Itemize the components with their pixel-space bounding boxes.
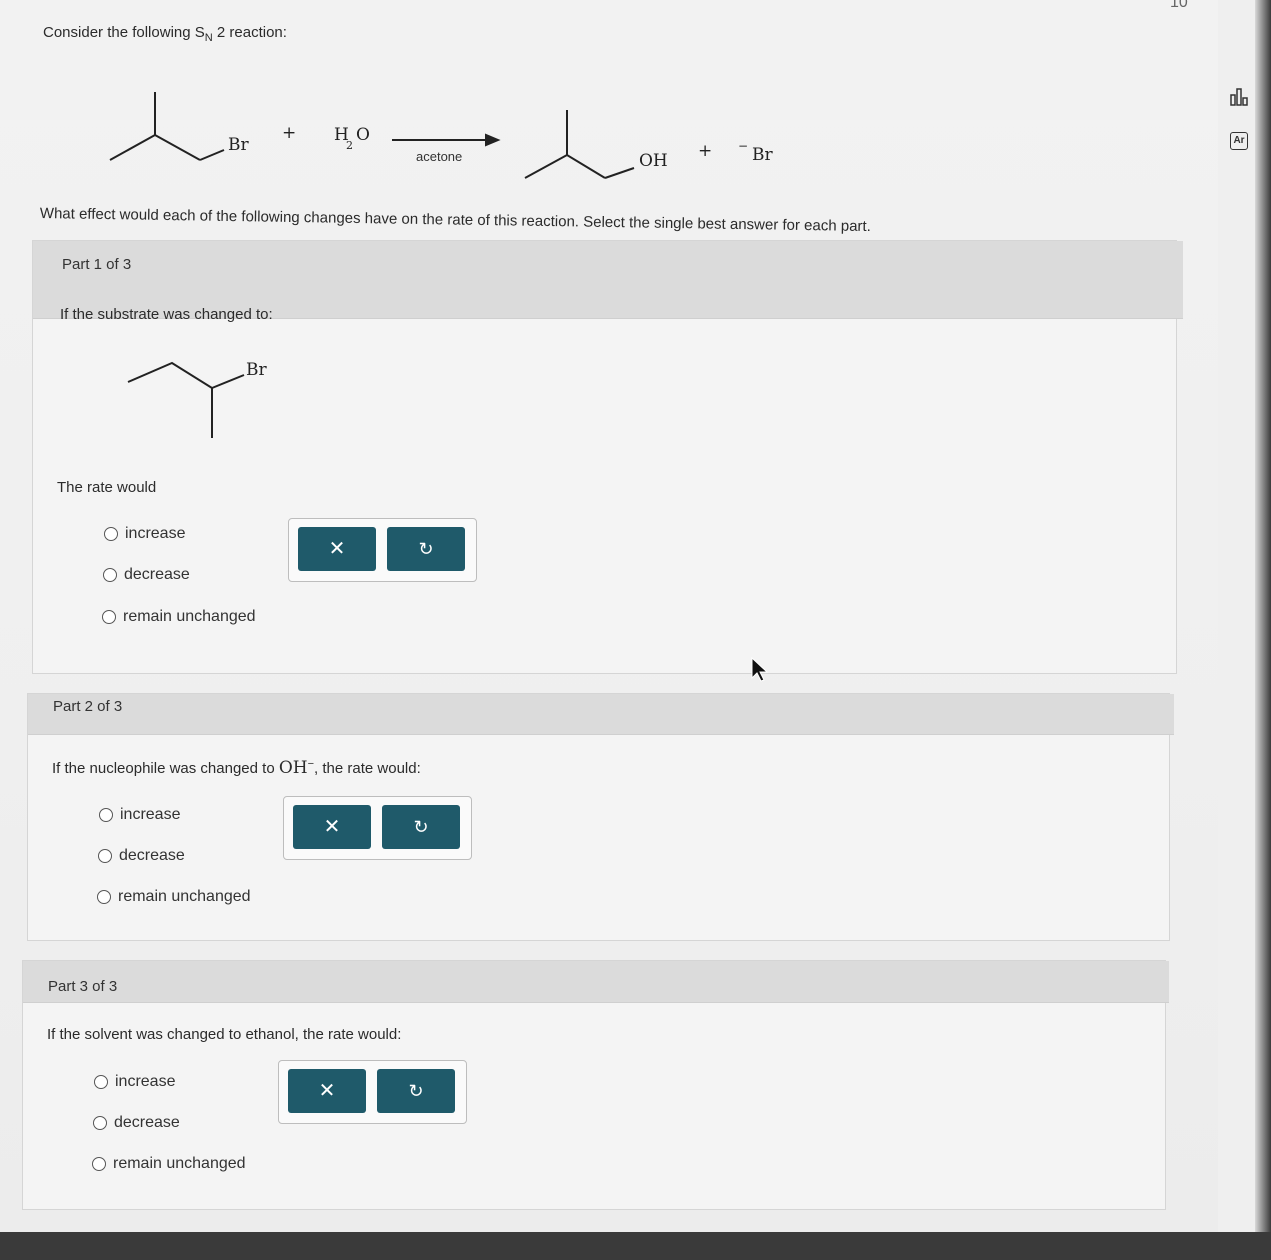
periodic-table-icon[interactable]: Ar (1230, 132, 1248, 150)
option-label: remain unchanged (123, 608, 256, 625)
reaction-scheme: Br + H 2 O acetone OH + − Br (109, 92, 773, 179)
radio-button[interactable] (98, 849, 112, 863)
radio-button[interactable] (103, 568, 117, 582)
reactant-br-label: Br (228, 135, 249, 155)
radio-button[interactable] (92, 1157, 106, 1171)
radio-button[interactable] (99, 808, 113, 822)
mouse-cursor-icon (751, 656, 769, 682)
part-2-option-increase[interactable]: increase (99, 806, 180, 824)
bar-chart-icon[interactable] (1229, 86, 1251, 108)
radio-button[interactable] (93, 1116, 107, 1130)
part-1-label: Part 1 of 3 (62, 256, 132, 273)
reactant-structure (109, 92, 225, 161)
plus-sign: + (282, 123, 296, 143)
clear-button[interactable]: ✕ (293, 805, 371, 849)
product-structure (524, 110, 635, 179)
part-1-option-unchanged[interactable]: remain unchanged (102, 608, 256, 626)
part-1-button-group: ✕ ↻ (288, 518, 477, 582)
radio-button[interactable] (104, 527, 118, 541)
water-o: O (356, 125, 370, 145)
plus-sign-2: + (698, 141, 712, 161)
clear-button[interactable]: ✕ (288, 1069, 366, 1113)
option-label: decrease (119, 847, 185, 864)
water-sub: 2 (346, 139, 353, 152)
bromide-label: Br (752, 145, 773, 165)
part-1-question: If the substrate was changed to: (60, 306, 273, 323)
clear-button[interactable]: ✕ (298, 527, 376, 571)
part-1-lead: The rate would (57, 479, 157, 496)
part-3-question: If the solvent was changed to ethanol, t… (47, 1026, 402, 1043)
product-oh-label: OH (639, 151, 668, 171)
radio-button[interactable] (97, 890, 111, 904)
option-label: increase (125, 525, 186, 542)
counter-badge: 10 (1170, 0, 1188, 11)
part-1-substrate-structure: Br (127, 360, 267, 438)
part-3-option-decrease[interactable]: decrease (93, 1114, 180, 1132)
option-label: remain unchanged (113, 1155, 246, 1172)
part-2-header (28, 694, 1174, 735)
screen-edge (1255, 0, 1271, 1260)
radio-button[interactable] (102, 610, 116, 624)
option-label: decrease (124, 566, 190, 583)
part-1-br-label: Br (246, 360, 267, 380)
part-2-option-decrease[interactable]: decrease (98, 847, 185, 865)
page: Consider the following SN 2 reaction: Br… (0, 0, 1255, 1248)
reset-button[interactable]: ↻ (382, 805, 460, 849)
part-2-button-group: ✕ ↻ (283, 796, 472, 860)
reaction-arrow (392, 133, 501, 147)
part-2-option-unchanged[interactable]: remain unchanged (97, 888, 251, 906)
conditions-label: acetone (416, 149, 462, 164)
part-2-question: If the nucleophile was changed to OH−, t… (52, 758, 421, 778)
option-label: remain unchanged (118, 888, 251, 905)
option-label: increase (120, 806, 181, 823)
part-3-label: Part 3 of 3 (48, 978, 118, 995)
option-label: increase (115, 1073, 176, 1090)
question-intro: Consider the following SN 2 reaction: (43, 24, 287, 44)
part-3-button-group: ✕ ↻ (278, 1060, 467, 1124)
part-3-header (23, 961, 1169, 1003)
bromide-charge: − (738, 139, 748, 153)
reset-button[interactable]: ↻ (377, 1069, 455, 1113)
screen-bottom-edge (0, 1232, 1271, 1260)
part-3-option-unchanged[interactable]: remain unchanged (92, 1155, 246, 1173)
part-2-label: Part 2 of 3 (53, 698, 123, 715)
part-3-option-increase[interactable]: increase (94, 1073, 175, 1091)
reset-button[interactable]: ↻ (387, 527, 465, 571)
part-1-option-decrease[interactable]: decrease (103, 566, 190, 584)
radio-button[interactable] (94, 1075, 108, 1089)
question-prompt: What effect would each of the following … (39, 205, 871, 236)
option-label: decrease (114, 1114, 180, 1131)
part-1-option-increase[interactable]: increase (104, 525, 185, 543)
